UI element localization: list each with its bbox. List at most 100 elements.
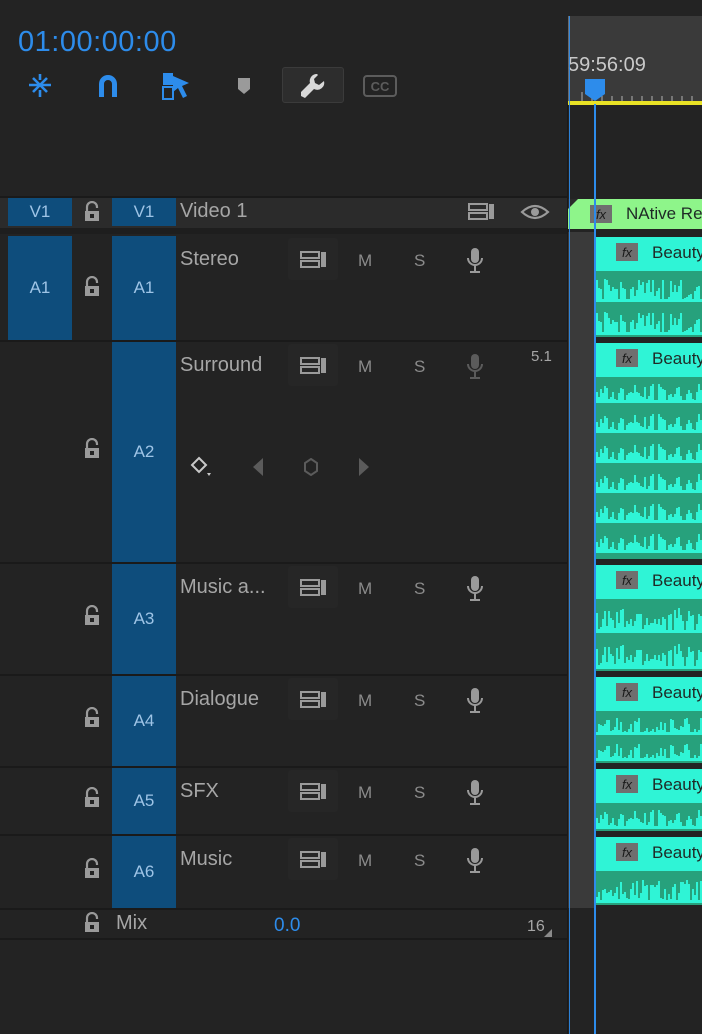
- waveform: [596, 271, 702, 307]
- fx-badge: fx: [616, 843, 638, 861]
- playhead-line[interactable]: [594, 104, 596, 1034]
- mute-track-button[interactable]: M: [358, 251, 372, 271]
- lock-icon[interactable]: [82, 275, 102, 298]
- track-name-a6[interactable]: Music: [180, 848, 232, 871]
- mute-track-button[interactable]: M: [358, 691, 372, 711]
- voice-over-record-icon[interactable]: [465, 575, 485, 608]
- lock-icon[interactable]: [82, 786, 102, 809]
- audio-clip[interactable]: fx Beauty: [596, 677, 702, 763]
- voice-over-record-icon[interactable]: [465, 779, 485, 812]
- track-name-a1[interactable]: Stereo: [180, 248, 239, 271]
- mute-track-button[interactable]: M: [358, 851, 372, 871]
- solo-track-button[interactable]: S: [414, 851, 425, 871]
- target-track-a6[interactable]: A6: [112, 836, 176, 908]
- clip-corner-icon: [568, 199, 578, 209]
- mute-track-button[interactable]: M: [358, 579, 372, 599]
- next-keyframe-icon[interactable]: [356, 456, 372, 483]
- snap-magnet-icon[interactable]: [85, 68, 131, 104]
- solo-track-button[interactable]: S: [414, 579, 425, 599]
- mute-track-button[interactable]: M: [358, 357, 372, 377]
- track-name-a3[interactable]: Music a...: [180, 576, 266, 599]
- waveform: [596, 711, 702, 740]
- waveform: [596, 599, 702, 638]
- audio-clip[interactable]: fx Beauty: [596, 565, 702, 671]
- track-name-a5[interactable]: SFX: [180, 780, 219, 803]
- lock-icon[interactable]: [82, 604, 102, 627]
- sync-lock-icon[interactable]: [300, 356, 328, 381]
- fx-badge: fx: [616, 775, 638, 793]
- voice-over-record-icon[interactable]: [465, 847, 485, 880]
- captions-cc-icon[interactable]: CC: [357, 68, 403, 104]
- source-patch-v1[interactable]: V1: [8, 198, 72, 226]
- audio-clip-label: Beauty: [652, 243, 702, 262]
- add-remove-keyframe-icon[interactable]: [190, 456, 216, 485]
- solo-track-button[interactable]: S: [414, 691, 425, 711]
- fx-badge: fx: [616, 571, 638, 589]
- toggle-output-eye-icon[interactable]: [520, 202, 550, 227]
- sync-lock-icon[interactable]: [300, 690, 328, 715]
- waveform: [596, 497, 702, 528]
- fx-badge: fx: [616, 243, 638, 261]
- sync-lock-icon[interactable]: [468, 202, 496, 227]
- solo-track-button[interactable]: S: [414, 357, 425, 377]
- solo-track-button[interactable]: S: [414, 783, 425, 803]
- sync-lock-icon[interactable]: [300, 578, 328, 603]
- mix-divider: [0, 908, 567, 910]
- timeline-settings-wrench-icon[interactable]: [290, 68, 336, 104]
- target-track-a1[interactable]: A1: [112, 236, 176, 340]
- fx-badge: fx: [616, 349, 638, 367]
- sync-lock-icon[interactable]: [300, 250, 328, 275]
- sequence-timecode[interactable]: 01:00:00:00: [18, 26, 177, 59]
- waveform: [596, 527, 702, 558]
- waveform: [596, 377, 702, 408]
- lock-icon[interactable]: [82, 857, 102, 880]
- waveform: [596, 737, 702, 763]
- audio-clip[interactable]: fx Beauty: [596, 237, 702, 337]
- sync-lock-icon[interactable]: [300, 782, 328, 807]
- waveform: [596, 635, 702, 671]
- solo-track-button[interactable]: S: [414, 251, 425, 271]
- lock-icon[interactable]: [82, 706, 102, 729]
- audio-clip-label: Beauty: [652, 571, 702, 590]
- waveform: [596, 871, 702, 905]
- audio-clip[interactable]: fx Beauty: [596, 837, 702, 905]
- target-track-a5[interactable]: A5: [112, 768, 176, 834]
- lock-icon[interactable]: [82, 911, 102, 934]
- lock-icon[interactable]: [82, 200, 102, 223]
- target-track-a4[interactable]: A4: [112, 676, 176, 766]
- insert-overwrite-sequences-icon[interactable]: [17, 68, 63, 104]
- captions-cc-label: CC: [371, 79, 390, 94]
- sync-lock-icon[interactable]: [300, 850, 328, 875]
- target-track-a2[interactable]: A2: [112, 342, 176, 562]
- track-name-video-1[interactable]: Video 1: [180, 200, 247, 223]
- voice-over-record-icon[interactable]: [465, 687, 485, 720]
- playhead-handle[interactable]: [584, 78, 606, 107]
- source-patch-a1[interactable]: A1: [8, 236, 72, 340]
- sequence-start-line: [569, 16, 570, 1034]
- mix-volume-value[interactable]: 0.0: [274, 915, 300, 937]
- linked-selection-icon[interactable]: [152, 68, 198, 104]
- mute-track-button[interactable]: M: [358, 783, 372, 803]
- add-marker-icon[interactable]: [221, 68, 267, 104]
- waveform: [596, 437, 702, 468]
- audio-clip[interactable]: fx Beauty: [596, 343, 702, 559]
- track-name-a4[interactable]: Dialogue: [180, 688, 259, 711]
- track-divider: [0, 228, 567, 234]
- video-clip-label: NAtive Re: [626, 204, 702, 223]
- audio-clip-label: Beauty: [652, 683, 702, 702]
- previous-keyframe-icon[interactable]: [250, 456, 266, 483]
- lock-icon[interactable]: [82, 437, 102, 460]
- waveform: [596, 803, 702, 831]
- audio-clip-label: Beauty: [652, 349, 702, 368]
- target-track-v1[interactable]: V1: [112, 198, 176, 226]
- target-track-a3[interactable]: A3: [112, 564, 176, 674]
- voice-over-record-icon[interactable]: [465, 353, 485, 386]
- video-clip[interactable]: fx NAtive Re: [568, 199, 702, 229]
- keyframe-icon[interactable]: [302, 457, 320, 481]
- resize-corner-icon[interactable]: [543, 928, 553, 938]
- voice-over-record-icon[interactable]: [465, 247, 485, 280]
- track-name-a2[interactable]: Surround: [180, 354, 262, 377]
- channel-format-badge: 5.1: [531, 348, 552, 365]
- waveform: [596, 407, 702, 438]
- audio-clip[interactable]: fx Beauty: [596, 769, 702, 831]
